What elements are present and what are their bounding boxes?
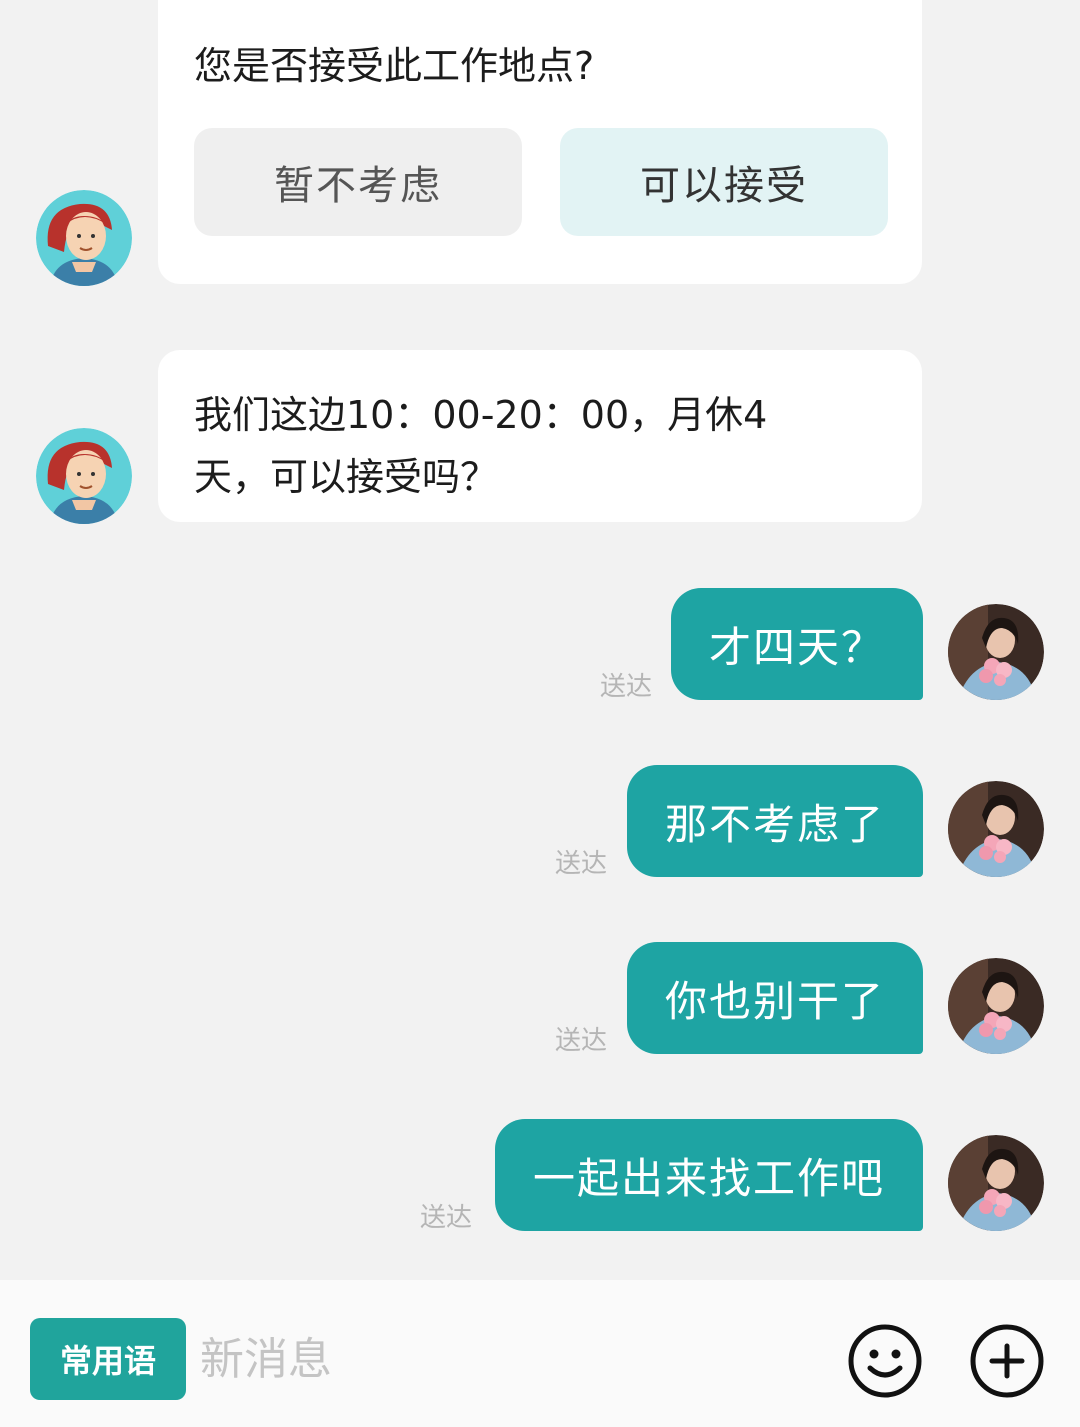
smiley-icon[interactable]	[846, 1322, 924, 1400]
question-text: 您是否接受此工作地点?	[194, 44, 595, 88]
user-avatar[interactable]	[948, 1135, 1044, 1231]
sent-message-bubble[interactable]: 一起出来找工作吧	[494, 1119, 923, 1231]
delivery-status: 送达	[555, 1026, 608, 1056]
delivery-status: 送达	[420, 1203, 473, 1233]
sent-message-bubble[interactable]: 你也别干了	[626, 942, 923, 1054]
chat-thread: 您是否接受此工作地点? 暂不考虑 可以接受 我们这边10：00-20：00，月休…	[0, 0, 1080, 1280]
recruiter-avatar[interactable]	[36, 190, 132, 286]
schedule-line-2: 天，可以接受吗？	[194, 455, 499, 499]
recruiter-avatar[interactable]	[36, 428, 132, 524]
schedule-message-text: 我们这边10：00-20：00，月休4 天，可以接受吗？	[194, 384, 894, 508]
accept-option-button[interactable]: 可以接受	[560, 128, 888, 236]
sent-message-bubble[interactable]: 那不考虑了	[626, 765, 923, 877]
user-avatar[interactable]	[948, 604, 1044, 700]
user-avatar[interactable]	[948, 958, 1044, 1054]
location-question-card: 您是否接受此工作地点? 暂不考虑 可以接受	[158, 0, 922, 284]
schedule-line-1: 我们这边10：00-20：00，月休4	[194, 393, 768, 437]
delivery-status: 送达	[555, 849, 608, 879]
user-avatar[interactable]	[948, 781, 1044, 877]
schedule-message-bubble: 我们这边10：00-20：00，月休4 天，可以接受吗？	[158, 350, 922, 522]
common-phrases-button[interactable]: 常用语	[30, 1318, 186, 1400]
new-message-input[interactable]	[200, 1324, 800, 1394]
decline-option-button[interactable]: 暂不考虑	[194, 128, 522, 236]
sent-message-bubble[interactable]: 才四天？	[670, 588, 923, 700]
plus-circle-icon[interactable]	[968, 1322, 1046, 1400]
message-composer: 常用语	[0, 1280, 1080, 1427]
delivery-status: 送达	[600, 672, 653, 702]
